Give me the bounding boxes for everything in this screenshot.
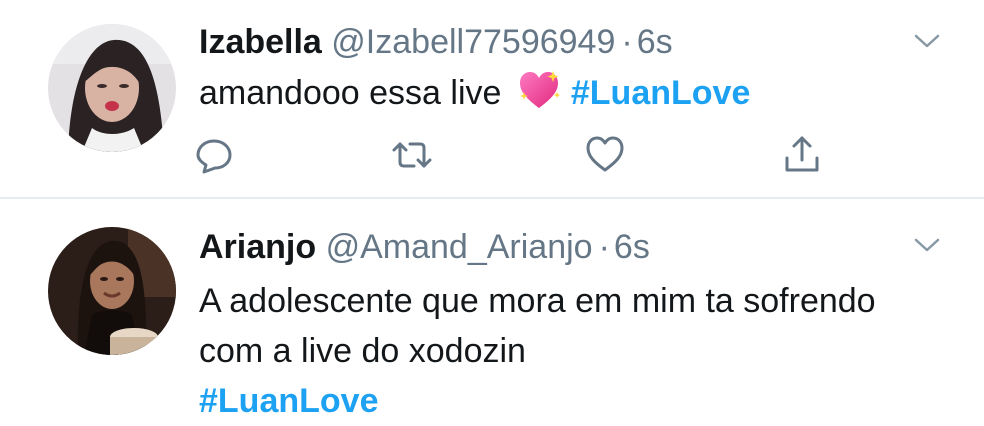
share-icon[interactable]	[779, 132, 825, 178]
tweet-text-content: amandooo essa live	[199, 74, 502, 112]
reply-icon[interactable]	[191, 132, 237, 178]
tweet-header: Izabella @Izabell77596949 · 6s	[199, 20, 673, 64]
tweet[interactable]: Izabella @Izabell77596949 · 6s amandooo es…	[0, 0, 984, 197]
avatar-image	[48, 227, 176, 355]
tweet-text-content: A adolescente que mora em mim ta sofrend…	[199, 282, 876, 370]
display-name[interactable]: Izabella	[199, 23, 322, 61]
chevron-down-icon[interactable]	[912, 234, 942, 256]
tweet-text: A adolescente que mora em mim ta sofrend…	[199, 276, 939, 426]
timestamp[interactable]: 6s	[614, 228, 650, 266]
separator-dot: ·	[621, 23, 633, 61]
chevron-down-icon[interactable]	[912, 30, 942, 52]
avatar[interactable]	[48, 227, 176, 355]
display-name[interactable]: Arianjo	[199, 228, 316, 266]
sparkling-heart-icon	[517, 70, 561, 110]
separator-dot: ·	[598, 228, 610, 266]
like-icon[interactable]	[582, 132, 628, 178]
retweet-icon[interactable]	[389, 132, 435, 178]
hashtag-link[interactable]: #LuanLove	[571, 74, 750, 112]
timestamp[interactable]: 6s	[637, 23, 673, 61]
username[interactable]: @Amand_Arianjo	[326, 228, 593, 266]
tweet-header: Arianjo @Amand_Arianjo · 6s	[199, 225, 650, 269]
hashtag-link[interactable]: #LuanLove	[199, 382, 378, 420]
username[interactable]: @Izabell77596949	[331, 23, 615, 61]
tweet[interactable]: Arianjo @Amand_Arianjo · 6s A adolescente …	[0, 199, 984, 420]
tweet-text: amandooo essa live #LuanLove	[199, 68, 939, 118]
tweet-actions	[0, 132, 984, 182]
